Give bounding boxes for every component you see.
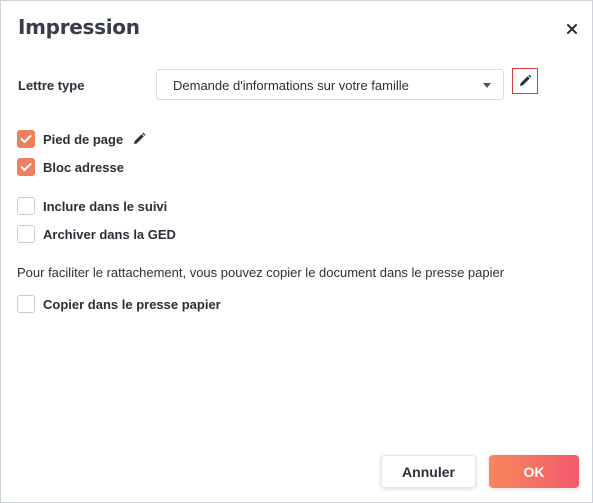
clipboard-info-text: Pour faciliter le rattachement, vous pou… [17, 265, 505, 280]
checkbox-row-inclure-suivi[interactable]: Inclure dans le suivi [17, 197, 167, 215]
checkbox-inclure-suivi[interactable] [17, 197, 35, 215]
archiver-ged-label: Archiver dans la GED [43, 226, 176, 242]
checkmark-icon [20, 163, 32, 171]
inclure-suivi-label: Inclure dans le suivi [43, 198, 168, 214]
pencil-icon[interactable] [132, 132, 146, 146]
close-icon[interactable] [564, 21, 580, 37]
lettre-type-label: Lettre type [18, 78, 85, 93]
dialog-title: Impression [18, 15, 140, 39]
pencil-icon [520, 74, 532, 86]
lettre-type-select[interactable]: Demande d'informations sur votre famille [156, 69, 504, 100]
checkbox-row-archiver-ged[interactable]: Archiver dans la GED [17, 225, 176, 243]
checkbox-bloc-adresse[interactable] [17, 158, 35, 176]
checkbox-archiver-ged[interactable] [17, 225, 35, 243]
ok-button[interactable]: OK [489, 455, 579, 488]
checkbox-row-bloc-adresse[interactable]: Bloc adresse [17, 158, 124, 176]
checkbox-pied-de-page[interactable] [17, 130, 35, 148]
pied-de-page-label: Pied de page [43, 131, 124, 147]
checkmark-icon [20, 135, 32, 143]
checkbox-row-copier-presse-papier[interactable]: Copier dans le presse papier [17, 295, 221, 313]
chevron-down-icon [483, 83, 491, 88]
copier-presse-papier-label: Copier dans le presse papier [43, 296, 221, 312]
lettre-type-value: Demande d'informations sur votre famille [173, 78, 409, 93]
cancel-button[interactable]: Annuler [381, 455, 476, 488]
checkbox-row-pied-de-page[interactable]: Pied de page [17, 130, 146, 148]
print-dialog: Impression Lettre type Demande d'informa… [0, 0, 593, 503]
bloc-adresse-label: Bloc adresse [43, 159, 124, 175]
edit-lettre-button[interactable] [512, 68, 538, 94]
checkbox-copier-presse-papier[interactable] [17, 295, 35, 313]
